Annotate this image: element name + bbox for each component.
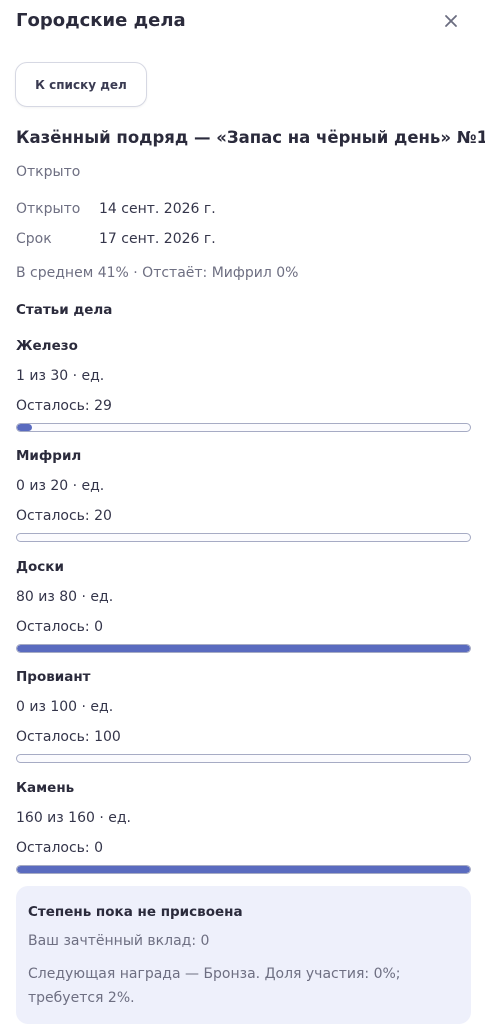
item-name: Камень bbox=[16, 780, 75, 796]
item-quantity: 80 из 80 · ед. bbox=[16, 589, 114, 605]
panel-title: Городские дела bbox=[16, 10, 186, 31]
item-mithril: Мифрил 0 из 20 · ед. Осталось: 20 bbox=[16, 448, 471, 548]
progress-bar bbox=[16, 533, 471, 542]
item-name: Доски bbox=[16, 559, 64, 575]
reward-title: Степень пока не присвоена bbox=[28, 904, 243, 920]
item-name: Железо bbox=[16, 338, 78, 354]
close-icon bbox=[445, 15, 457, 27]
progress-fill bbox=[17, 424, 32, 431]
opened-value: 14 сент. 2026 г. bbox=[99, 201, 216, 217]
reward-card: Степень пока не присвоена Ваш зачтённый … bbox=[16, 886, 471, 1024]
item-name: Провиант bbox=[16, 669, 91, 685]
panel-header: Городские дела bbox=[16, 9, 469, 35]
close-button[interactable] bbox=[441, 11, 461, 31]
item-provisions: Провиант 0 из 100 · ед. Осталось: 100 bbox=[16, 669, 471, 769]
items-heading: Статьи дела bbox=[16, 302, 113, 318]
reward-next: Следующая награда — Бронза. Доля участия… bbox=[28, 966, 401, 1006]
back-to-list-button[interactable]: К списку дел bbox=[15, 62, 147, 107]
job-title: Казённый подряд — «Запас на чёрный день»… bbox=[16, 128, 485, 147]
deadline-value: 17 сент. 2026 г. bbox=[99, 231, 216, 247]
item-remaining: Осталось: 0 bbox=[16, 619, 103, 635]
deadline-label: Срок bbox=[16, 231, 52, 247]
progress-fill bbox=[17, 866, 470, 873]
item-quantity: 160 из 160 · ед. bbox=[16, 810, 131, 826]
progress-fill bbox=[17, 645, 470, 652]
deadline-row: Срок 17 сент. 2026 г. bbox=[16, 229, 216, 249]
item-remaining: Осталось: 29 bbox=[16, 398, 112, 414]
item-name: Мифрил bbox=[16, 448, 82, 464]
city-affairs-panel: Городские дела К списку дел Казённый под… bbox=[0, 0, 485, 1036]
progress-bar bbox=[16, 754, 471, 763]
reward-contribution: Ваш зачтённый вклад: 0 bbox=[28, 933, 210, 949]
progress-bar bbox=[16, 423, 471, 432]
progress-bar bbox=[16, 865, 471, 874]
progress-summary: В среднем 41% · Отстаёт: Мифрил 0% bbox=[16, 265, 299, 281]
item-iron: Железо 1 из 30 · ед. Осталось: 29 bbox=[16, 338, 471, 438]
item-quantity: 0 из 100 · ед. bbox=[16, 699, 114, 715]
item-remaining: Осталось: 0 bbox=[16, 840, 103, 856]
job-status: Открыто bbox=[16, 164, 81, 180]
item-planks: Доски 80 из 80 · ед. Осталось: 0 bbox=[16, 559, 471, 659]
item-remaining: Осталось: 100 bbox=[16, 729, 121, 745]
item-quantity: 0 из 20 · ед. bbox=[16, 478, 105, 494]
item-stone: Камень 160 из 160 · ед. Осталось: 0 bbox=[16, 780, 471, 880]
progress-bar bbox=[16, 644, 471, 653]
item-quantity: 1 из 30 · ед. bbox=[16, 368, 105, 384]
opened-label: Открыто bbox=[16, 201, 81, 217]
opened-row: Открыто 14 сент. 2026 г. bbox=[16, 199, 216, 219]
item-remaining: Осталось: 20 bbox=[16, 508, 112, 524]
